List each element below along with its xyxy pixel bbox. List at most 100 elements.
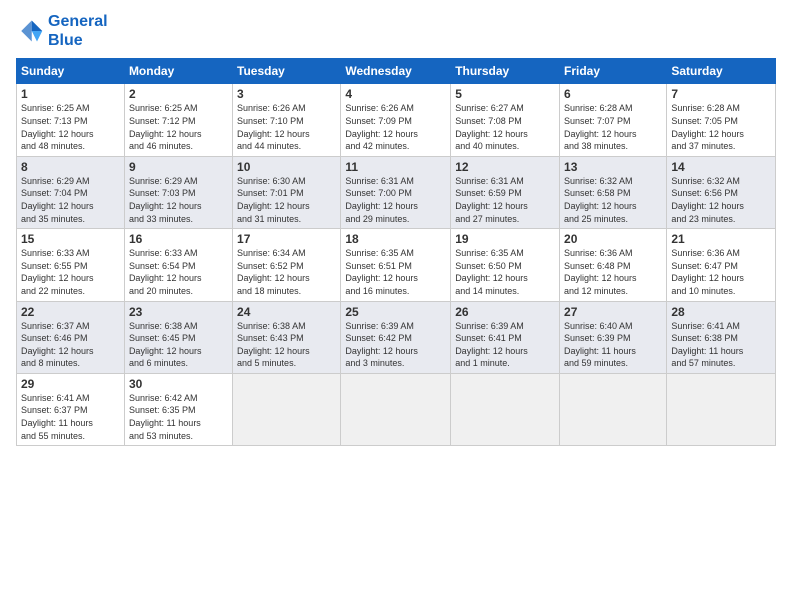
calendar-cell: 23 Sunrise: 6:38 AMSunset: 6:45 PMDaylig… xyxy=(124,301,232,373)
calendar-cell: 3 Sunrise: 6:26 AMSunset: 7:10 PMDayligh… xyxy=(233,84,341,156)
day-number: 22 xyxy=(21,305,120,319)
day-info: Sunrise: 6:32 AMSunset: 6:56 PMDaylight:… xyxy=(671,175,771,225)
day-number: 13 xyxy=(564,160,662,174)
day-info: Sunrise: 6:41 AMSunset: 6:37 PMDaylight:… xyxy=(21,392,120,442)
header: General Blue xyxy=(16,12,776,50)
calendar-cell: 9 Sunrise: 6:29 AMSunset: 7:03 PMDayligh… xyxy=(124,156,232,228)
calendar-cell: 1 Sunrise: 6:25 AMSunset: 7:13 PMDayligh… xyxy=(17,84,125,156)
day-info: Sunrise: 6:31 AMSunset: 7:00 PMDaylight:… xyxy=(345,175,446,225)
calendar-cell: 15 Sunrise: 6:33 AMSunset: 6:55 PMDaylig… xyxy=(17,229,125,301)
calendar-cell: 28 Sunrise: 6:41 AMSunset: 6:38 PMDaylig… xyxy=(667,301,776,373)
logo-blue: Blue xyxy=(48,31,108,50)
calendar-cell: 11 Sunrise: 6:31 AMSunset: 7:00 PMDaylig… xyxy=(341,156,451,228)
calendar-cell: 13 Sunrise: 6:32 AMSunset: 6:58 PMDaylig… xyxy=(560,156,667,228)
day-info: Sunrise: 6:38 AMSunset: 6:43 PMDaylight:… xyxy=(237,320,336,370)
calendar-cell: 22 Sunrise: 6:37 AMSunset: 6:46 PMDaylig… xyxy=(17,301,125,373)
calendar-cell xyxy=(451,373,560,445)
day-number: 10 xyxy=(237,160,336,174)
day-number: 19 xyxy=(455,232,555,246)
day-number: 9 xyxy=(129,160,228,174)
day-info: Sunrise: 6:39 AMSunset: 6:42 PMDaylight:… xyxy=(345,320,446,370)
calendar-week-1: 1 Sunrise: 6:25 AMSunset: 7:13 PMDayligh… xyxy=(17,84,776,156)
calendar-cell: 2 Sunrise: 6:25 AMSunset: 7:12 PMDayligh… xyxy=(124,84,232,156)
day-number: 30 xyxy=(129,377,228,391)
day-of-week-tuesday: Tuesday xyxy=(233,59,341,84)
day-number: 12 xyxy=(455,160,555,174)
day-number: 20 xyxy=(564,232,662,246)
day-info: Sunrise: 6:35 AMSunset: 6:50 PMDaylight:… xyxy=(455,247,555,297)
calendar-cell: 6 Sunrise: 6:28 AMSunset: 7:07 PMDayligh… xyxy=(560,84,667,156)
day-number: 11 xyxy=(345,160,446,174)
day-of-week-saturday: Saturday xyxy=(667,59,776,84)
logo: General Blue xyxy=(16,12,108,50)
day-number: 7 xyxy=(671,87,771,101)
calendar-table: SundayMondayTuesdayWednesdayThursdayFrid… xyxy=(16,58,776,446)
day-number: 1 xyxy=(21,87,120,101)
calendar-cell: 5 Sunrise: 6:27 AMSunset: 7:08 PMDayligh… xyxy=(451,84,560,156)
day-number: 8 xyxy=(21,160,120,174)
calendar-week-4: 22 Sunrise: 6:37 AMSunset: 6:46 PMDaylig… xyxy=(17,301,776,373)
day-number: 15 xyxy=(21,232,120,246)
day-of-week-wednesday: Wednesday xyxy=(341,59,451,84)
day-info: Sunrise: 6:39 AMSunset: 6:41 PMDaylight:… xyxy=(455,320,555,370)
day-number: 2 xyxy=(129,87,228,101)
day-info: Sunrise: 6:30 AMSunset: 7:01 PMDaylight:… xyxy=(237,175,336,225)
calendar-header: SundayMondayTuesdayWednesdayThursdayFrid… xyxy=(17,59,776,84)
calendar-cell: 17 Sunrise: 6:34 AMSunset: 6:52 PMDaylig… xyxy=(233,229,341,301)
day-info: Sunrise: 6:25 AMSunset: 7:12 PMDaylight:… xyxy=(129,102,228,152)
calendar-cell: 26 Sunrise: 6:39 AMSunset: 6:41 PMDaylig… xyxy=(451,301,560,373)
day-info: Sunrise: 6:26 AMSunset: 7:09 PMDaylight:… xyxy=(345,102,446,152)
day-info: Sunrise: 6:36 AMSunset: 6:47 PMDaylight:… xyxy=(671,247,771,297)
day-number: 18 xyxy=(345,232,446,246)
day-info: Sunrise: 6:35 AMSunset: 6:51 PMDaylight:… xyxy=(345,247,446,297)
calendar-cell: 18 Sunrise: 6:35 AMSunset: 6:51 PMDaylig… xyxy=(341,229,451,301)
day-info: Sunrise: 6:32 AMSunset: 6:58 PMDaylight:… xyxy=(564,175,662,225)
calendar-cell: 14 Sunrise: 6:32 AMSunset: 6:56 PMDaylig… xyxy=(667,156,776,228)
calendar-cell xyxy=(341,373,451,445)
calendar-cell: 8 Sunrise: 6:29 AMSunset: 7:04 PMDayligh… xyxy=(17,156,125,228)
day-number: 27 xyxy=(564,305,662,319)
day-info: Sunrise: 6:36 AMSunset: 6:48 PMDaylight:… xyxy=(564,247,662,297)
calendar-cell: 20 Sunrise: 6:36 AMSunset: 6:48 PMDaylig… xyxy=(560,229,667,301)
day-info: Sunrise: 6:41 AMSunset: 6:38 PMDaylight:… xyxy=(671,320,771,370)
calendar-cell xyxy=(560,373,667,445)
logo-text: General Blue xyxy=(48,12,108,50)
logo-general: General xyxy=(48,13,108,30)
calendar-cell: 30 Sunrise: 6:42 AMSunset: 6:35 PMDaylig… xyxy=(124,373,232,445)
day-number: 6 xyxy=(564,87,662,101)
calendar-cell: 7 Sunrise: 6:28 AMSunset: 7:05 PMDayligh… xyxy=(667,84,776,156)
day-info: Sunrise: 6:25 AMSunset: 7:13 PMDaylight:… xyxy=(21,102,120,152)
day-number: 17 xyxy=(237,232,336,246)
day-info: Sunrise: 6:33 AMSunset: 6:55 PMDaylight:… xyxy=(21,247,120,297)
calendar-cell: 12 Sunrise: 6:31 AMSunset: 6:59 PMDaylig… xyxy=(451,156,560,228)
day-number: 25 xyxy=(345,305,446,319)
day-number: 21 xyxy=(671,232,771,246)
calendar-cell xyxy=(667,373,776,445)
day-number: 3 xyxy=(237,87,336,101)
day-number: 16 xyxy=(129,232,228,246)
calendar-cell: 19 Sunrise: 6:35 AMSunset: 6:50 PMDaylig… xyxy=(451,229,560,301)
day-info: Sunrise: 6:26 AMSunset: 7:10 PMDaylight:… xyxy=(237,102,336,152)
day-number: 26 xyxy=(455,305,555,319)
calendar-cell: 10 Sunrise: 6:30 AMSunset: 7:01 PMDaylig… xyxy=(233,156,341,228)
calendar-cell: 24 Sunrise: 6:38 AMSunset: 6:43 PMDaylig… xyxy=(233,301,341,373)
calendar-cell: 25 Sunrise: 6:39 AMSunset: 6:42 PMDaylig… xyxy=(341,301,451,373)
day-info: Sunrise: 6:27 AMSunset: 7:08 PMDaylight:… xyxy=(455,102,555,152)
logo-icon xyxy=(16,17,44,45)
calendar-cell: 16 Sunrise: 6:33 AMSunset: 6:54 PMDaylig… xyxy=(124,229,232,301)
calendar-cell: 4 Sunrise: 6:26 AMSunset: 7:09 PMDayligh… xyxy=(341,84,451,156)
day-number: 5 xyxy=(455,87,555,101)
day-info: Sunrise: 6:42 AMSunset: 6:35 PMDaylight:… xyxy=(129,392,228,442)
day-of-week-friday: Friday xyxy=(560,59,667,84)
day-info: Sunrise: 6:31 AMSunset: 6:59 PMDaylight:… xyxy=(455,175,555,225)
calendar-cell: 21 Sunrise: 6:36 AMSunset: 6:47 PMDaylig… xyxy=(667,229,776,301)
day-number: 24 xyxy=(237,305,336,319)
calendar-week-3: 15 Sunrise: 6:33 AMSunset: 6:55 PMDaylig… xyxy=(17,229,776,301)
calendar-cell: 27 Sunrise: 6:40 AMSunset: 6:39 PMDaylig… xyxy=(560,301,667,373)
calendar-cell: 29 Sunrise: 6:41 AMSunset: 6:37 PMDaylig… xyxy=(17,373,125,445)
day-info: Sunrise: 6:28 AMSunset: 7:07 PMDaylight:… xyxy=(564,102,662,152)
day-info: Sunrise: 6:28 AMSunset: 7:05 PMDaylight:… xyxy=(671,102,771,152)
day-of-week-sunday: Sunday xyxy=(17,59,125,84)
day-info: Sunrise: 6:33 AMSunset: 6:54 PMDaylight:… xyxy=(129,247,228,297)
day-number: 29 xyxy=(21,377,120,391)
